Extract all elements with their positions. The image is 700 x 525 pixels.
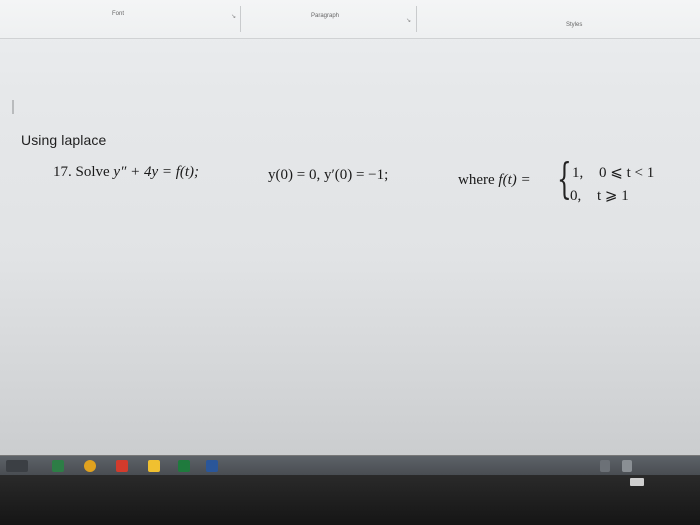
monitor-bezel: [0, 475, 700, 525]
function-lhs: f(t) =: [498, 172, 531, 188]
search-box[interactable]: [6, 460, 28, 472]
taskbar: [0, 455, 700, 476]
where-word: where: [458, 172, 495, 188]
word-icon[interactable]: [206, 460, 218, 472]
keyboard-icon[interactable]: [630, 478, 644, 486]
start-icon[interactable]: [52, 460, 64, 472]
tray-network-icon[interactable]: [622, 460, 632, 472]
font-dialog-launcher-icon[interactable]: ↘: [231, 13, 236, 20]
word-window: Font ↘ Paragraph ↘ Styles Using laplace …: [0, 0, 700, 470]
ribbon-group-paragraph-label: Paragraph: [311, 13, 340, 19]
tray-keyboard-icon[interactable]: [600, 460, 610, 472]
case-condition: 0 ⩽ t < 1: [599, 165, 655, 181]
function-definition: where f(t) =: [458, 172, 531, 189]
paragraph-dialog-launcher-icon[interactable]: ↘: [406, 17, 411, 24]
document-heading: Using laplace: [21, 132, 107, 148]
initial-conditions: y(0) = 0, y′(0) = −1;: [268, 167, 389, 183]
solve-word: Solve: [75, 164, 110, 180]
file-explorer-icon[interactable]: [148, 460, 160, 472]
piecewise-case-1: 1, 0 ⩽ t < 1: [572, 163, 654, 182]
excel-icon[interactable]: [178, 460, 190, 472]
differential-equation: y″ + 4y = f(t);: [113, 164, 200, 180]
ribbon: Font ↘ Paragraph ↘ Styles: [0, 0, 700, 39]
acrobat-icon[interactable]: [116, 460, 128, 472]
chrome-icon[interactable]: [84, 460, 96, 472]
case-value: 1,: [572, 165, 584, 181]
piecewise-case-2: 0, t ⩾ 1: [570, 186, 629, 205]
ribbon-group-font-label: Font: [112, 11, 125, 17]
ribbon-separator: [416, 6, 417, 32]
case-condition: t ⩾ 1: [597, 188, 629, 204]
case-value: 0,: [570, 188, 582, 204]
cursor-marker: [12, 100, 14, 114]
problem-statement: 17. Solve y″ + 4y = f(t);: [53, 164, 199, 181]
ribbon-group-styles-label: Styles: [566, 22, 583, 28]
problem-number: 17.: [53, 164, 72, 180]
ribbon-separator: [240, 6, 241, 32]
